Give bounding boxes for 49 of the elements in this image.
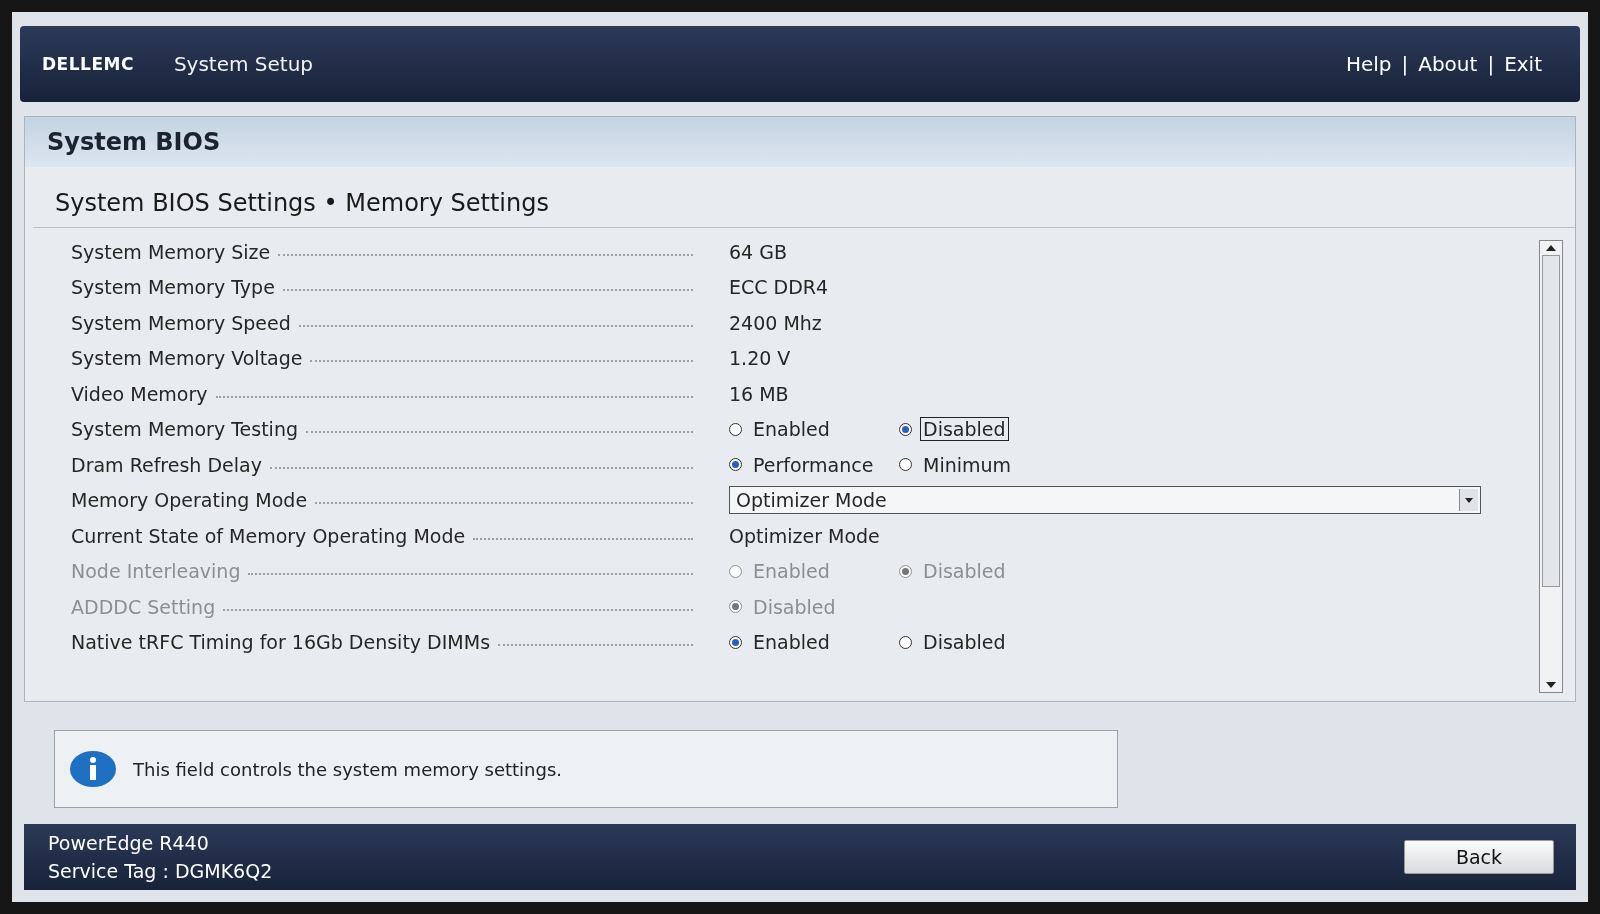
setting-label: ADDDC Setting <box>71 595 216 618</box>
setting-label: System Memory Testing <box>71 418 298 441</box>
page-subtitle: System BIOS Settings • Memory Settings <box>33 167 1575 228</box>
header-link[interactable]: Help <box>1345 52 1392 76</box>
radio-button[interactable] <box>899 635 912 649</box>
radio-label[interactable]: Disabled <box>920 417 1009 442</box>
model-name: PowerEdge R440 <box>48 832 210 854</box>
setting-label: Current State of Memory Operating Mode <box>71 524 466 547</box>
radio-button[interactable] <box>899 458 912 472</box>
setting-value: Optimizer Mode <box>729 524 880 547</box>
setting-label: Node Interleaving <box>71 560 241 583</box>
setting-label: Video Memory <box>71 382 208 405</box>
header-link[interactable]: About <box>1418 52 1478 76</box>
radio-label[interactable]: Enabled <box>750 630 833 655</box>
setting-label: Dram Refresh Delay <box>71 453 262 476</box>
radio-label[interactable]: Disabled <box>920 630 1009 655</box>
setting-label: System Memory Speed <box>71 311 291 334</box>
radio-button[interactable] <box>899 422 912 436</box>
caret-icon <box>1465 497 1473 503</box>
scrollbar[interactable] <box>1539 240 1563 693</box>
separator: | <box>1401 52 1409 76</box>
separator: | <box>1487 52 1495 76</box>
service-tag: Service Tag : DGMK6Q2 <box>48 860 273 882</box>
scroll-down-icon[interactable] <box>1546 682 1556 688</box>
logo: DELLEMC <box>42 54 134 74</box>
setting-value: 64 GB <box>729 240 787 263</box>
setting-label: System Memory Size <box>71 240 271 263</box>
setting-label: System Memory Voltage <box>71 347 303 370</box>
panel-title: System BIOS <box>25 117 1575 167</box>
dropdown[interactable]: Optimizer Mode <box>729 486 1481 515</box>
radio-button[interactable] <box>729 422 742 436</box>
setting-label: Memory Operating Mode <box>71 489 308 512</box>
setting-label: System Memory Type <box>71 276 275 299</box>
radio-label[interactable]: Enabled <box>750 417 833 442</box>
setting-label: Native tRFC Timing for 16Gb Density DIMMs <box>71 631 491 654</box>
scroll-up-icon[interactable] <box>1546 245 1556 251</box>
header-link[interactable]: Exit <box>1504 52 1542 76</box>
radio-button[interactable] <box>729 458 742 472</box>
app-title: System Setup <box>173 52 314 76</box>
radio-label[interactable]: Performance <box>750 452 877 477</box>
setting-value: 1.20 V <box>729 347 791 370</box>
radio-label[interactable]: Minimum <box>920 452 1015 477</box>
back-button[interactable]: Back <box>1404 840 1554 874</box>
setting-value: 2400 Mhz <box>729 311 822 334</box>
setting-value: 16 MB <box>729 382 789 405</box>
info-icon <box>69 750 117 788</box>
help-text: This field controls the system memory settings. <box>133 758 563 780</box>
setting-value: ECC DDR4 <box>729 276 829 299</box>
radio-button[interactable] <box>729 635 742 649</box>
